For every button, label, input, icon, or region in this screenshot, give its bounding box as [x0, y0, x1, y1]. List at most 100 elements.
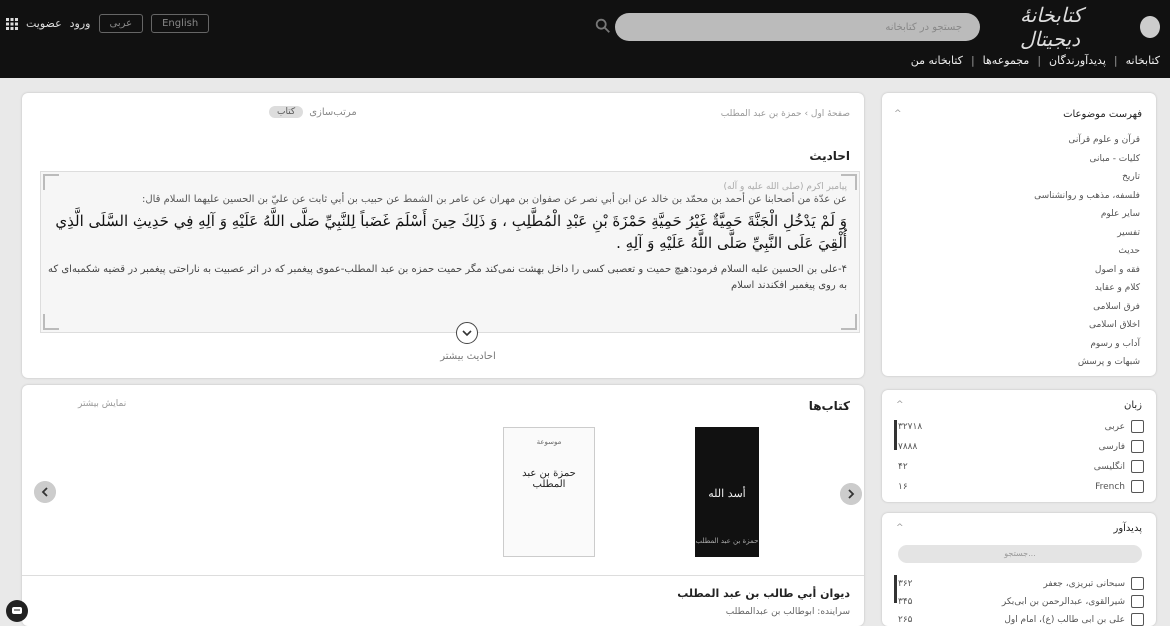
facet-checkbox[interactable] — [1131, 613, 1144, 626]
topic-item[interactable]: فرق اسلامی — [1034, 298, 1140, 317]
nav-library[interactable]: کتابخانه — [1126, 54, 1160, 67]
show-more-link[interactable]: نمایش بیشتر — [78, 399, 126, 409]
topic-item[interactable]: قرآن و علوم قرآنی — [1034, 131, 1140, 150]
chat-icon[interactable] — [6, 600, 28, 622]
nav-separator: | — [1113, 54, 1118, 67]
hadith-arabic-text: وَ لَمْ يَدْخُلِ الْجَنَّةَ حَمِيَّةٌ غَ… — [55, 212, 847, 252]
facet-row[interactable]: ۳۲۷۱۸ عربی — [898, 420, 1144, 433]
frame-corner — [43, 314, 59, 330]
books-title: کتاب‌ها — [808, 399, 850, 413]
book-cover[interactable]: أسد الله حمزة بن عبد المطلب — [695, 427, 759, 557]
hadith-card: پیامبر اکرم (صلی الله علیه و آله) عن عدّ… — [40, 171, 860, 333]
author-facet-title: پدیدآور — [1113, 523, 1142, 534]
nav-authors[interactable]: پدیدآورندگان — [1049, 54, 1106, 67]
topics-panel: فهرست موضوعات ^ قرآن و علوم قرآنی کلیات … — [882, 93, 1156, 376]
facet-count: ۲۶۵ — [898, 614, 913, 625]
facet-row[interactable]: ۱۶ French — [898, 480, 1144, 493]
sort-label: مرتب‌سازی — [309, 106, 357, 118]
logo-icon — [1140, 16, 1160, 38]
sort-control[interactable]: کتاب مرتب‌سازی — [269, 106, 357, 118]
scroll-indicator — [894, 420, 897, 450]
facet-checkbox[interactable] — [1131, 460, 1144, 473]
search-input[interactable]: جستجو در کتابخانه — [615, 13, 980, 41]
more-hadith-link[interactable]: احادیث بیشتر — [408, 351, 528, 362]
facet-row[interactable]: ۲۶۵ علی بن ابی طالب (ع)، امام اول — [898, 613, 1144, 626]
nav-separator: | — [1037, 54, 1042, 67]
topic-item[interactable]: تفسیر — [1034, 224, 1140, 243]
carousel-prev-icon[interactable] — [34, 481, 56, 503]
hadith-panel: صفحهٔ اول › حمزة بن عبد المطلب کتاب مرتب… — [22, 93, 864, 378]
facet-row[interactable]: ۴۲ انگلیسی — [898, 460, 1144, 473]
facet-label: French — [1095, 481, 1125, 492]
login-link[interactable]: ورود — [70, 17, 91, 30]
breadcrumb[interactable]: صفحهٔ اول › حمزة بن عبد المطلب — [721, 109, 850, 119]
collapse-icon[interactable]: ^ — [894, 109, 902, 119]
divider — [22, 575, 864, 576]
topics-tree: قرآن و علوم قرآنی کلیات - مبانی تاریخ فل… — [1034, 131, 1140, 372]
book-cover-title: حمزة بن عبد المطلب — [522, 468, 576, 490]
language-facet-title: زبان — [1123, 400, 1142, 411]
facet-count: ۳۶۲ — [898, 578, 913, 589]
author-search-input[interactable]: جستجو... — [898, 545, 1142, 563]
facet-row[interactable]: ۳۴۵ شیرالقوی، عبدالرحمن بن ابی‌بکر — [898, 595, 1144, 608]
topic-item[interactable]: سایر علوم — [1034, 205, 1140, 224]
facet-label: عربی — [1104, 421, 1125, 432]
chevron-down-icon[interactable] — [456, 322, 478, 344]
collapse-icon[interactable]: ^ — [896, 400, 904, 410]
main-nav: کتابخانه من | مجموعه‌ها | پدیدآورندگان |… — [911, 54, 1160, 67]
facet-checkbox[interactable] — [1131, 577, 1144, 590]
facet-checkbox[interactable] — [1131, 420, 1144, 433]
facet-checkbox[interactable] — [1131, 440, 1144, 453]
collapse-icon[interactable]: ^ — [896, 523, 904, 533]
topic-item[interactable]: حدیث — [1034, 242, 1140, 261]
topic-item[interactable]: شبهات و پرسش — [1034, 353, 1140, 372]
scroll-indicator — [894, 575, 897, 603]
carousel-next-icon[interactable] — [840, 483, 862, 505]
section-title: احادیث — [809, 149, 850, 163]
topic-item[interactable]: کلیات - مبانی — [1034, 150, 1140, 169]
book-cover-subtitle: حمزة بن عبد المطلب — [695, 537, 759, 545]
topic-item[interactable]: فقه و اصول — [1034, 261, 1140, 280]
facet-count: ۷۸۸۸ — [898, 441, 918, 452]
frame-corner — [43, 174, 59, 190]
facet-row[interactable]: ۷۸۸۸ فارسی — [898, 440, 1144, 453]
featured-book-title[interactable]: دیوان أبي طالب بن عبد المطلب — [677, 587, 850, 600]
facet-count: ۳۲۷۱۸ — [898, 421, 923, 432]
nav-collections[interactable]: مجموعه‌ها — [983, 54, 1030, 67]
frame-corner — [841, 314, 857, 330]
facet-label: فارسی — [1098, 441, 1125, 452]
lang-english-button[interactable]: English — [151, 14, 210, 33]
signup-link[interactable]: عضویت — [26, 17, 62, 30]
facet-count: ۴۲ — [898, 461, 908, 472]
featured-book-author: سراینده: ابوطالب بن عبدالمطلب — [725, 607, 850, 617]
book-cover[interactable]: حمزة بن عبد المطلب موسوعة — [503, 427, 595, 557]
hadith-chain: عن عدّة من أصحابنا عن أحمد بن محمّد بن خ… — [141, 194, 847, 205]
sort-dropdown[interactable]: کتاب — [269, 106, 304, 118]
search-placeholder: جستجو در کتابخانه — [885, 21, 962, 33]
facet-checkbox[interactable] — [1131, 595, 1144, 608]
facet-label: سبحانی تبریزی، جعفر — [1043, 578, 1125, 589]
nav-my-library[interactable]: کتابخانه من — [911, 54, 963, 67]
facet-label: انگلیسی — [1093, 461, 1125, 472]
lang-arabic-button[interactable]: عربی — [98, 14, 144, 33]
header-bar: کتابخانهٔ دیجیتال جستجو در کتابخانه عضوی… — [0, 0, 1170, 78]
nav-separator: | — [970, 54, 975, 67]
facet-count: ۱۶ — [898, 481, 908, 492]
topic-item[interactable]: کلام و عقاید — [1034, 279, 1140, 298]
facet-checkbox[interactable] — [1131, 480, 1144, 493]
author-facet: پدیدآور ^ جستجو... ۳۶۲ سبحانی تبریزی، جع… — [882, 513, 1156, 626]
topic-item[interactable]: اخلاق اسلامی — [1034, 316, 1140, 335]
search-icon[interactable] — [594, 17, 612, 35]
facet-row[interactable]: ۳۶۲ سبحانی تبریزی، جعفر — [898, 577, 1144, 590]
facet-label: علی بن ابی طالب (ع)، امام اول — [1004, 614, 1125, 625]
site-logo[interactable]: کتابخانهٔ دیجیتال — [1020, 3, 1160, 51]
hadith-speaker[interactable]: پیامبر اکرم (صلی الله علیه و آله) — [724, 182, 847, 192]
apps-grid-icon[interactable] — [6, 17, 18, 30]
topic-item[interactable]: آداب و رسوم — [1034, 335, 1140, 354]
facet-label: شیرالقوی، عبدالرحمن بن ابی‌بکر — [1001, 596, 1125, 607]
hadith-persian-translation: ۴-علی بن الحسین علیه السلام فرمود:هیچ حم… — [48, 264, 847, 291]
brand-text: کتابخانهٔ دیجیتال — [1020, 3, 1083, 51]
facet-count: ۳۴۵ — [898, 596, 913, 607]
topic-item[interactable]: فلسفه، مذهب و روانشناسی — [1034, 187, 1140, 206]
topic-item[interactable]: تاریخ — [1034, 168, 1140, 187]
